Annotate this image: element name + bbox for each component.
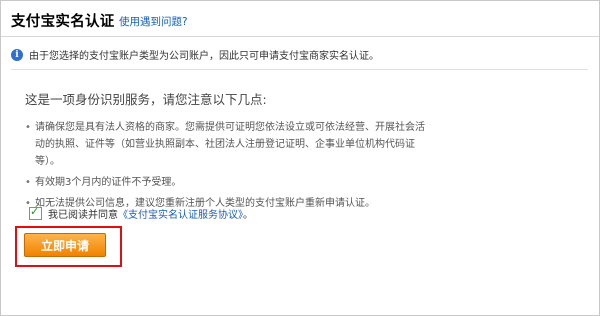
agreement-row: ✓ 我已阅读并同意《支付宝实名认证服务协议》。 <box>29 203 253 221</box>
list-item: 请确保您是具有法人资格的商家。您需提供可证明您依法设立或可依法经营、开展社会活动… <box>25 119 425 170</box>
page-frame: 支付宝实名认证 使用遇到问题? i 由于您选择的支付宝账户类型为公司账户，因此只可… <box>0 0 600 316</box>
help-link[interactable]: 使用遇到问题? <box>119 14 188 29</box>
agree-checkbox[interactable]: ✓ <box>29 205 42 220</box>
divider <box>11 69 588 70</box>
page-header: 支付宝实名认证 使用遇到问题? <box>1 1 599 37</box>
list-item: 有效期3个月内的证件不予受理。 <box>25 174 425 191</box>
apply-button[interactable]: 立即申请 <box>24 233 106 257</box>
notes-list: 请确保您是具有法人资格的商家。您需提供可证明您依法设立或可依法经营、开展社会活动… <box>25 119 425 216</box>
info-icon: i <box>11 48 23 61</box>
agree-label: 我已阅读并同意 <box>48 210 118 221</box>
agree-end: 。 <box>243 210 253 221</box>
checkmark-icon: ✓ <box>30 205 40 218</box>
notice-text: 由于您选择的支付宝账户类型为公司账户，因此只可申请支付宝商家实名认证。 <box>29 51 379 62</box>
intro-text: 这是一项身份识别服务，请您注意以下几点: <box>25 92 267 107</box>
page-title: 支付宝实名认证 <box>11 14 115 30</box>
notice-bar: i 由于您选择的支付宝账户类型为公司账户，因此只可申请支付宝商家实名认证。 <box>11 44 379 62</box>
agreement-link[interactable]: 《支付宝实名认证服务协议》 <box>118 210 243 221</box>
